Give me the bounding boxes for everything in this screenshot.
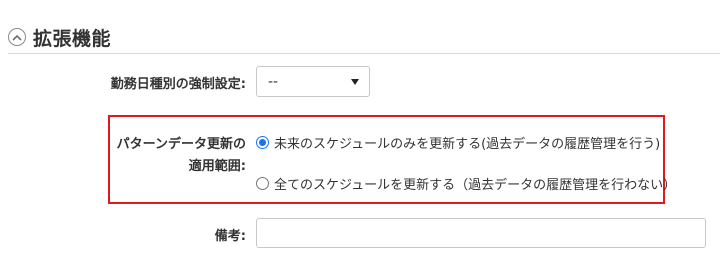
- chevron-up-icon[interactable]: [8, 28, 26, 46]
- forced-setting-label: 勤務日種別の強制設定:: [110, 77, 246, 92]
- remarks-label: 備考:: [214, 229, 246, 244]
- section-header[interactable]: 拡張機能: [8, 25, 112, 50]
- radio-option-all[interactable]: 全てのスケジュールを更新する（過去データの履歴管理を行わない）: [256, 174, 676, 193]
- caret-down-icon: [351, 79, 359, 85]
- section-title: 拡張機能: [33, 27, 112, 50]
- forced-setting-select[interactable]: --: [256, 66, 370, 97]
- radio-option-label: 未来のスケジュールのみを更新する(過去データの履歴管理を行う): [274, 137, 661, 152]
- remarks-input[interactable]: [256, 218, 706, 248]
- pattern-scope-label-line1: パターンデータ更新の: [116, 137, 246, 152]
- section-divider: [8, 53, 720, 54]
- radio-button-checked[interactable]: [256, 136, 269, 149]
- pattern-scope-label-line2: 適用範囲:: [188, 159, 246, 174]
- forced-setting-value: --: [268, 73, 279, 90]
- radio-button[interactable]: [256, 177, 269, 190]
- radio-option-future-only[interactable]: 未来のスケジュールのみを更新する(過去データの履歴管理を行う): [256, 133, 660, 152]
- radio-option-label: 全てのスケジュールを更新する（過去データの履歴管理を行わない）: [274, 178, 677, 193]
